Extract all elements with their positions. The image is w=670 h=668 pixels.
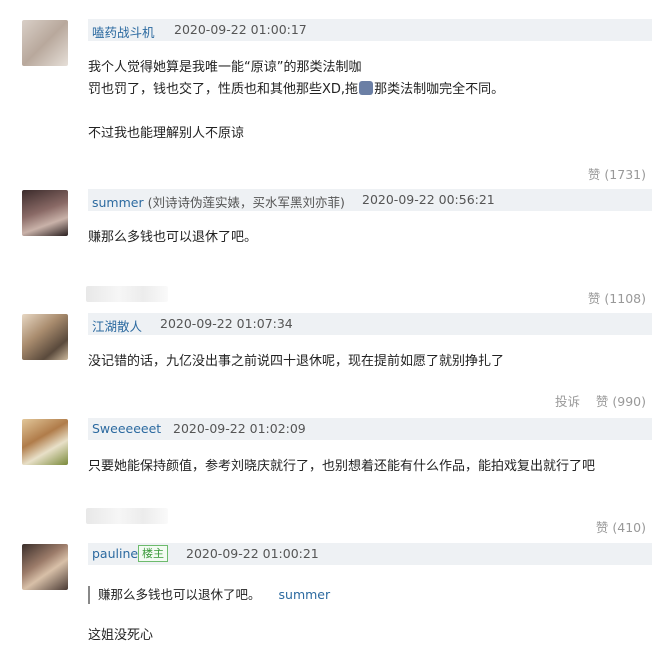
op-badge: 楼主 (138, 545, 168, 562)
comment-header: 嗑药战斗机 2020-09-22 01:00:17 (88, 19, 652, 41)
comment-text: 没记错的话，九亿没出事之前说四十退休呢，现在提前如愿了就别挣扎了 (88, 354, 505, 369)
report-button[interactable]: 投诉 (555, 391, 580, 410)
username[interactable]: 嗑药战斗机 (92, 22, 155, 41)
emoji-icon (359, 81, 374, 95)
avatar[interactable] (22, 314, 68, 360)
quote-block: 赚那么多钱也可以退休了吧。 summer (88, 586, 330, 604)
comment-header: pauline 楼主 2020-09-22 01:00:21 (88, 543, 652, 565)
timestamp: 2020-09-22 01:00:17 (174, 22, 307, 37)
comment-text: 赚那么多钱也可以退休了吧。 (88, 230, 258, 245)
comment-header: 江湖散人 2020-09-22 01:07:34 (88, 313, 652, 335)
like-button[interactable]: 赞 (990) (596, 391, 646, 410)
username[interactable]: summer (刘诗诗伪莲实婊，买水军黑刘亦菲) (92, 192, 345, 211)
timestamp: 2020-09-22 01:02:09 (173, 421, 306, 436)
comment-header: Sweeeeeet 2020-09-22 01:02:09 (88, 418, 652, 440)
blurred-region (86, 508, 168, 524)
comment-text: 我个人觉得她算是我唯一能“原谅”的那类法制咖 罚也罚了，钱也交了，性质也和其他那… (88, 60, 505, 141)
comment-text: 这姐没死心 (88, 628, 154, 643)
quote-author-link[interactable]: summer (279, 587, 331, 602)
timestamp: 2020-09-22 01:07:34 (160, 316, 293, 331)
like-button[interactable]: 赞 (1108) (588, 288, 646, 307)
avatar[interactable] (22, 419, 68, 465)
like-button[interactable]: 赞 (410) (596, 517, 646, 536)
timestamp: 2020-09-22 00:56:21 (362, 192, 495, 207)
username[interactable]: pauline (92, 546, 138, 561)
like-button[interactable]: 赞 (1731) (588, 164, 646, 183)
comment-text: 只要她能保持颜值，参考刘晓庆就行了，也别想着还能有什么作品，能拍戏复出就行了吧 (88, 459, 596, 474)
avatar[interactable] (22, 190, 68, 236)
avatar[interactable] (22, 544, 68, 590)
avatar[interactable] (22, 20, 68, 66)
username[interactable]: 江湖散人 (92, 316, 142, 335)
timestamp: 2020-09-22 01:00:21 (186, 546, 319, 561)
username[interactable]: Sweeeeeet (92, 421, 161, 436)
comment-header: summer (刘诗诗伪莲实婊，买水军黑刘亦菲) 2020-09-22 00:5… (88, 189, 652, 211)
blurred-region (86, 286, 168, 302)
